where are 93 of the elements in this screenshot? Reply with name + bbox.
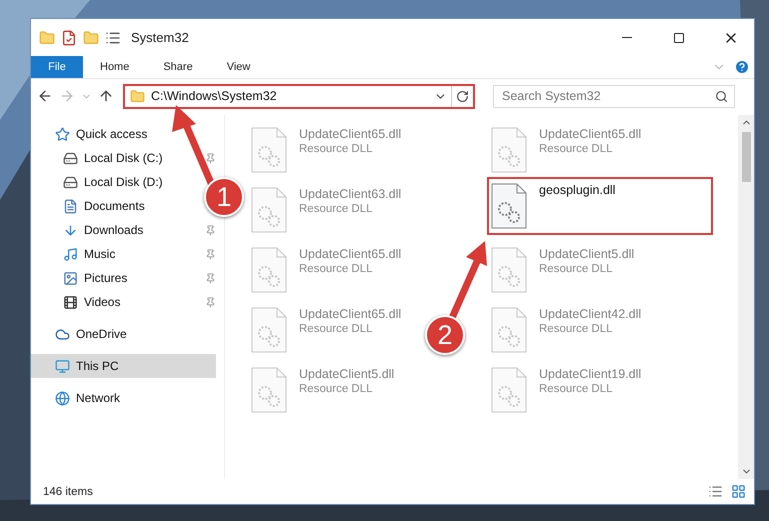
folder-icon[interactable] bbox=[39, 30, 55, 46]
file-item[interactable]: UpdateClient65.dll Resource DLL bbox=[247, 121, 406, 179]
gears-file-icon bbox=[251, 367, 287, 413]
sidebar-item[interactable]: OneDrive bbox=[31, 322, 133, 346]
refresh-icon[interactable] bbox=[456, 90, 469, 102]
sidebar-item[interactable]: Network bbox=[31, 386, 126, 410]
drive-icon bbox=[63, 150, 78, 166]
minimize-icon bbox=[622, 37, 632, 38]
file-item[interactable]: geosplugin.dll bbox=[487, 177, 713, 235]
details-view-icon[interactable] bbox=[708, 484, 723, 499]
file-type: Resource DLL bbox=[539, 143, 614, 155]
file-name: UpdateClient65.dll bbox=[539, 127, 642, 141]
file-item[interactable]: UpdateClient5.dll Resource DLL bbox=[247, 361, 398, 419]
search-field[interactable]: Search System32 bbox=[493, 84, 735, 108]
up-button[interactable] bbox=[98, 88, 114, 104]
cloud-icon bbox=[55, 326, 70, 342]
large-icons-view-icon[interactable] bbox=[731, 484, 746, 499]
file-name: UpdateClient19.dll bbox=[539, 367, 642, 381]
down-arrow-icon bbox=[63, 222, 78, 238]
sidebar-item[interactable]: Downloads bbox=[31, 218, 150, 242]
item-count: 146 items bbox=[43, 486, 93, 498]
sidebar-item[interactable]: Local Disk (C:) bbox=[31, 146, 169, 170]
sidebar-item[interactable]: Quick access bbox=[31, 122, 154, 146]
folder-icon bbox=[130, 88, 145, 104]
file-item[interactable]: UpdateClient65.dll Resource DLL bbox=[247, 241, 406, 299]
film-icon bbox=[63, 294, 78, 310]
file-type: Resource DLL bbox=[299, 203, 374, 215]
file-item[interactable]: UpdateClient5.dll Resource DLL bbox=[487, 241, 638, 299]
scrollbar[interactable] bbox=[738, 115, 754, 479]
address-bar[interactable]: C:\Windows\System32 bbox=[123, 84, 475, 108]
forward-icon bbox=[59, 88, 75, 104]
file-tab[interactable]: File bbox=[31, 56, 83, 78]
ribbon-tab[interactable]: View bbox=[210, 56, 268, 78]
file-item[interactable]: UpdateClient19.dll Resource DLL bbox=[487, 361, 646, 419]
gears-file-icon bbox=[251, 307, 287, 353]
gears-file-icon bbox=[491, 307, 527, 353]
file-name: UpdateClient5.dll bbox=[539, 247, 634, 261]
file-name: UpdateClient65.dll bbox=[299, 307, 402, 321]
sidebar-item[interactable]: This PC bbox=[31, 354, 216, 378]
drive-icon bbox=[63, 174, 78, 190]
ribbon-tab[interactable]: Share bbox=[146, 56, 210, 78]
pin-icon[interactable] bbox=[205, 272, 216, 284]
sidebar-item[interactable]: Pictures bbox=[31, 266, 134, 290]
gears-file-icon bbox=[251, 187, 287, 233]
file-item[interactable]: UpdateClient65.dll Resource DLL bbox=[247, 301, 406, 359]
scroll-thumb[interactable] bbox=[742, 132, 750, 182]
ribbon-tab[interactable]: Home bbox=[83, 56, 146, 78]
back-icon bbox=[37, 88, 53, 104]
image-icon bbox=[63, 270, 78, 286]
document-icon bbox=[63, 198, 78, 214]
file-type: Resource DLL bbox=[539, 323, 614, 335]
window-title: System32 bbox=[131, 30, 190, 45]
sidebar-item[interactable]: Videos bbox=[31, 290, 126, 314]
file-name: UpdateClient5.dll bbox=[299, 367, 394, 381]
file-type: Resource DLL bbox=[539, 383, 614, 395]
file-type: Resource DLL bbox=[299, 143, 374, 155]
gears-file-icon bbox=[251, 247, 287, 293]
file-name: UpdateClient63.dll bbox=[299, 187, 402, 201]
back-button[interactable] bbox=[37, 88, 53, 104]
file-name: UpdateClient65.dll bbox=[299, 127, 402, 141]
sidebar-item[interactable]: Documents bbox=[31, 194, 151, 218]
music-note-icon bbox=[63, 246, 78, 262]
gears-file-icon bbox=[491, 127, 527, 173]
file-item[interactable]: UpdateClient63.dll Resource DLL bbox=[247, 181, 406, 239]
file-type: Resource DLL bbox=[299, 263, 374, 275]
file-type: Resource DLL bbox=[539, 263, 614, 275]
sidebar-item[interactable]: Local Disk (D:) bbox=[31, 170, 169, 194]
computer-icon bbox=[55, 358, 70, 374]
help-icon bbox=[734, 59, 750, 75]
gears-file-icon bbox=[491, 247, 527, 293]
forward-button[interactable] bbox=[59, 88, 75, 104]
gears-file-icon bbox=[491, 367, 527, 413]
gears-file-icon bbox=[491, 183, 527, 229]
globe-icon bbox=[55, 390, 70, 406]
file-type: Resource DLL bbox=[299, 383, 374, 395]
file-type: Resource DLL bbox=[299, 323, 374, 335]
pin-icon[interactable] bbox=[205, 152, 216, 164]
file-item[interactable]: UpdateClient65.dll Resource DLL bbox=[487, 121, 646, 179]
customize-icon[interactable] bbox=[105, 30, 121, 46]
new-folder-icon[interactable] bbox=[83, 30, 99, 46]
pin-icon[interactable] bbox=[205, 296, 216, 308]
file-name: geosplugin.dll bbox=[539, 183, 616, 197]
star-icon bbox=[55, 126, 70, 142]
gears-file-icon bbox=[251, 127, 287, 173]
file-item[interactable]: UpdateClient42.dll Resource DLL bbox=[487, 301, 646, 359]
sidebar-item[interactable]: Music bbox=[31, 242, 122, 266]
properties-icon[interactable] bbox=[61, 30, 77, 46]
file-name: UpdateClient65.dll bbox=[299, 247, 402, 261]
search-icon[interactable] bbox=[715, 90, 728, 102]
pin-icon[interactable] bbox=[205, 224, 216, 236]
pin-icon[interactable] bbox=[205, 248, 216, 260]
file-name: UpdateClient42.dll bbox=[539, 307, 642, 321]
maximize-icon bbox=[673, 32, 685, 44]
